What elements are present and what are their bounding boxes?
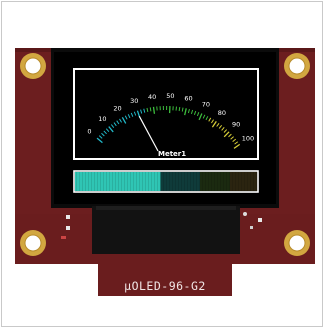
bar-stripe	[103, 172, 104, 191]
bar-stripe	[160, 172, 161, 191]
bar-stripe	[187, 172, 188, 191]
bar-stripe	[166, 172, 167, 191]
bar-stripe	[109, 172, 110, 191]
flex-cable	[92, 206, 240, 254]
bar-stripe	[76, 172, 77, 191]
level-bar-track-end	[230, 172, 257, 191]
oled-module: 0 10 20 30 40 50 60 70 80 90100 Meter1 µOLED-96-G…	[15, 48, 315, 296]
bar-stripe	[79, 172, 80, 191]
bar-stripe	[151, 172, 152, 191]
bar-stripe	[112, 172, 113, 191]
bar-stripe	[139, 172, 140, 191]
bar-stripe	[223, 172, 224, 191]
meter-scale-label: 0	[87, 128, 91, 136]
bar-stripe	[82, 172, 83, 191]
bar-stripe	[118, 172, 119, 191]
level-bar-fill	[75, 172, 161, 191]
meter-minor-tick	[178, 106, 181, 112]
bar-stripe	[172, 172, 173, 191]
meter-scale-label: 20	[113, 105, 121, 113]
bar-stripe	[169, 172, 170, 191]
bar-stripe	[247, 172, 248, 191]
bar-stripe	[127, 172, 128, 191]
meter-minor-tick	[149, 107, 152, 112]
bar-stripe	[214, 172, 215, 191]
meter-scale-label: 50	[166, 92, 174, 100]
meter-scale-label: 100	[242, 135, 254, 143]
bar-stripe	[136, 172, 137, 191]
bar-stripe	[199, 172, 200, 191]
bar-stripe	[133, 172, 134, 191]
smd-pad	[258, 218, 262, 222]
bar-stripe	[154, 172, 155, 191]
mounting-hole-top-right	[284, 53, 310, 79]
bar-stripe	[241, 172, 242, 191]
bar-stripe	[238, 172, 239, 191]
smd-pad	[66, 215, 70, 219]
flex-cable-edge	[96, 206, 236, 210]
bar-stripe	[148, 172, 149, 191]
bar-stripe	[190, 172, 191, 191]
bar-stripe	[130, 172, 131, 191]
bar-stripe	[211, 172, 212, 191]
bar-stripe	[220, 172, 221, 191]
bar-stripe	[88, 172, 89, 191]
bar-stripe	[184, 172, 185, 191]
meter-scale-label: 40	[148, 93, 156, 101]
bar-stripe	[163, 172, 164, 191]
mounting-hole-bottom-left	[20, 230, 46, 256]
bar-stripe	[106, 172, 107, 191]
meter-scale-label: 70	[202, 100, 210, 108]
bar-stripe	[229, 172, 230, 191]
bar-stripe	[121, 172, 122, 191]
model-label: µOLED-96-G2	[124, 279, 206, 293]
bar-stripe	[181, 172, 182, 191]
level-bar-stripes	[76, 172, 257, 191]
bar-stripe	[196, 172, 197, 191]
bar-stripe	[244, 172, 245, 191]
meter-scale-label: 30	[130, 97, 138, 105]
meter-scale-label: 60	[184, 95, 192, 103]
bar-stripe	[208, 172, 209, 191]
meter-title: Meter1	[158, 150, 186, 158]
mounting-hole-bottom-right	[284, 230, 310, 256]
bar-stripe	[115, 172, 116, 191]
bar-stripe	[193, 172, 194, 191]
meter-scale-label: 80	[218, 109, 226, 117]
smd-pad	[66, 226, 70, 230]
via	[243, 212, 247, 216]
smd-led	[61, 236, 66, 239]
bar-stripe	[235, 172, 236, 191]
bar-stripe	[91, 172, 92, 191]
meter-scale-label: 90	[232, 121, 240, 129]
bar-stripe	[124, 172, 125, 191]
bar-stripe	[250, 172, 251, 191]
bar-stripe	[205, 172, 206, 191]
bar-stripe	[256, 172, 257, 191]
level-bar-track-mid	[200, 172, 230, 191]
mounting-hole-top-left	[20, 53, 46, 79]
bar-stripe	[175, 172, 176, 191]
bar-stripe	[97, 172, 98, 191]
bar-stripe	[178, 172, 179, 191]
bar-stripe	[202, 172, 203, 191]
meter-scale-label: 10	[98, 115, 106, 123]
bar-stripe	[217, 172, 218, 191]
bar-stripe	[85, 172, 86, 191]
bar-stripe	[100, 172, 101, 191]
bar-stripe	[94, 172, 95, 191]
bar-stripe	[226, 172, 227, 191]
bar-stripe	[157, 172, 158, 191]
bar-stripe	[232, 172, 233, 191]
bar-stripe	[142, 172, 143, 191]
smd-pad	[250, 226, 253, 229]
level-bar	[73, 170, 259, 193]
bar-stripe	[253, 172, 254, 191]
bar-stripe	[145, 172, 146, 191]
